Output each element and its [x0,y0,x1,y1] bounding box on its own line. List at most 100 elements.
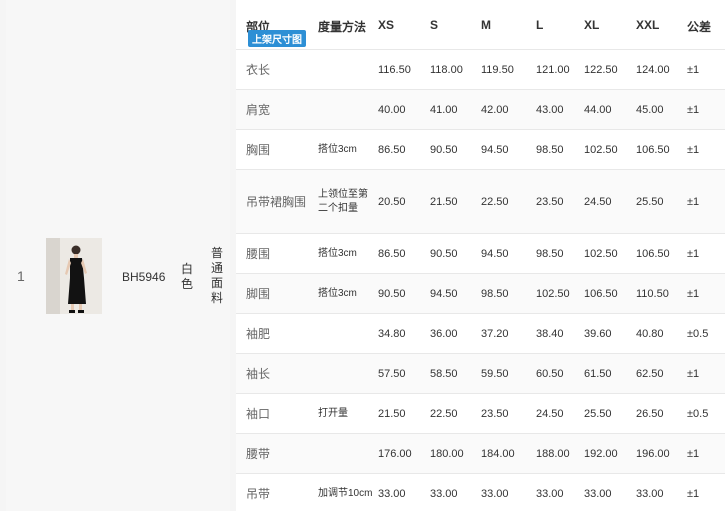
row-index: 1 [17,268,25,284]
table-row: 胸围 搭位3cm 86.50 90.50 94.50 98.50 102.50 … [236,129,725,170]
cell-part: 吊带 [236,473,318,511]
table-row: 袖肥 34.80 36.00 37.20 38.40 39.60 40.80 ±… [236,313,725,354]
cell-size-m: 22.50 [481,169,536,234]
cell-size-s: 41.00 [430,89,481,130]
cell-size-s: 58.50 [430,353,481,394]
cell-method: 搭位3cm [318,233,378,274]
cell-size-xl: 102.50 [584,233,636,274]
cell-size-l: 43.00 [536,89,584,130]
cell-size-m: 94.50 [481,233,536,274]
cell-tolerance: ±1 [687,233,725,274]
cell-size-s: 33.00 [430,473,481,511]
cell-size-l: 33.00 [536,473,584,511]
cell-method [318,433,378,474]
cell-size-l: 102.50 [536,273,584,314]
cell-size-s: 21.50 [430,169,481,234]
cell-size-s: 94.50 [430,273,481,314]
cell-tolerance: ±1 [687,353,725,394]
cell-size-m: 23.50 [481,393,536,434]
cell-size-xs: 40.00 [378,89,430,130]
table-header-row: 部位 上架尺寸图 度量方法 XS S M L XL XXL 公差 [236,0,725,50]
cell-tolerance: ±1 [687,89,725,130]
table-row: 吊带 加调节10cm 33.00 33.00 33.00 33.00 33.00… [236,473,725,511]
product-color: 白色 [181,262,194,291]
cell-tolerance: ±1 [687,273,725,314]
cell-size-xl: 39.60 [584,313,636,354]
cell-size-m: 184.00 [481,433,536,474]
cell-size-xs: 33.00 [378,473,430,511]
header-tolerance: 公差 [687,0,725,50]
cell-size-xxl: 110.50 [636,273,687,314]
cell-part: 脚围 [236,273,318,314]
cell-size-m: 94.50 [481,129,536,170]
cell-part: 吊带裙胸围 [236,169,318,234]
table-row: 肩宽 40.00 41.00 42.00 43.00 44.00 45.00 ±… [236,89,725,130]
cell-size-xs: 20.50 [378,169,430,234]
cell-size-l: 23.50 [536,169,584,234]
cell-size-s: 90.50 [430,233,481,274]
cell-part: 袖肥 [236,313,318,354]
cell-size-s: 118.00 [430,49,481,90]
cell-size-xl: 102.50 [584,129,636,170]
cell-size-xs: 176.00 [378,433,430,474]
table-row: 袖长 57.50 58.50 59.50 60.50 61.50 62.50 ±… [236,353,725,394]
dress-photo-icon [46,238,102,314]
size-chart-table-container: 部位 上架尺寸图 度量方法 XS S M L XL XXL 公差 衣长 116.… [236,0,725,511]
cell-size-xxl: 62.50 [636,353,687,394]
cell-size-xxl: 33.00 [636,473,687,511]
cell-size-xxl: 40.80 [636,313,687,354]
cell-tolerance: ±1 [687,129,725,170]
header-size-xl: XL [584,0,636,50]
header-part: 部位 上架尺寸图 [236,0,318,50]
cell-size-xs: 57.50 [378,353,430,394]
cell-size-xs: 34.80 [378,313,430,354]
cell-method: 打开量 [318,393,378,434]
cell-size-xs: 90.50 [378,273,430,314]
cell-size-m: 119.50 [481,49,536,90]
size-chart-table: 部位 上架尺寸图 度量方法 XS S M L XL XXL 公差 衣长 116.… [236,0,725,511]
cell-size-m: 37.20 [481,313,536,354]
header-size-xxl: XXL [636,0,687,50]
cell-method: 加调节10cm [318,473,378,511]
cell-size-s: 90.50 [430,129,481,170]
cell-size-xxl: 106.50 [636,129,687,170]
cell-tolerance: ±1 [687,169,725,234]
cell-size-xxl: 45.00 [636,89,687,130]
cell-size-m: 33.00 [481,473,536,511]
cell-tolerance: ±1 [687,473,725,511]
cell-size-xs: 21.50 [378,393,430,434]
cell-size-xs: 116.50 [378,49,430,90]
table-row: 吊带裙胸围 上领位至第二个扣量 20.50 21.50 22.50 23.50 … [236,169,725,234]
cell-size-xl: 33.00 [584,473,636,511]
cell-size-l: 98.50 [536,129,584,170]
cell-size-s: 180.00 [430,433,481,474]
cell-size-l: 121.00 [536,49,584,90]
product-thumbnail[interactable] [46,238,102,314]
listing-size-badge[interactable]: 上架尺寸图 [248,30,306,47]
cell-size-xl: 24.50 [584,169,636,234]
header-size-l: L [536,0,584,50]
cell-part: 肩宽 [236,89,318,130]
product-info-panel: 1 BH5946 白色 普通面料 [6,0,230,511]
cell-size-m: 42.00 [481,89,536,130]
cell-method [318,313,378,354]
cell-size-xl: 106.50 [584,273,636,314]
cell-size-xxl: 106.50 [636,233,687,274]
cell-size-xl: 25.50 [584,393,636,434]
cell-size-xs: 86.50 [378,233,430,274]
table-row: 脚围 搭位3cm 90.50 94.50 98.50 102.50 106.50… [236,273,725,314]
header-size-s: S [430,0,481,50]
cell-size-l: 188.00 [536,433,584,474]
table-row: 袖口 打开量 21.50 22.50 23.50 24.50 25.50 26.… [236,393,725,434]
cell-size-l: 60.50 [536,353,584,394]
header-method: 度量方法 [318,0,378,50]
cell-size-l: 24.50 [536,393,584,434]
product-fabric: 普通面料 [211,246,224,305]
cell-size-xxl: 196.00 [636,433,687,474]
cell-tolerance: ±1 [687,433,725,474]
cell-size-xs: 86.50 [378,129,430,170]
table-row: 腰围 搭位3cm 86.50 90.50 94.50 98.50 102.50 … [236,233,725,274]
cell-size-xl: 192.00 [584,433,636,474]
cell-size-xl: 122.50 [584,49,636,90]
cell-size-s: 36.00 [430,313,481,354]
